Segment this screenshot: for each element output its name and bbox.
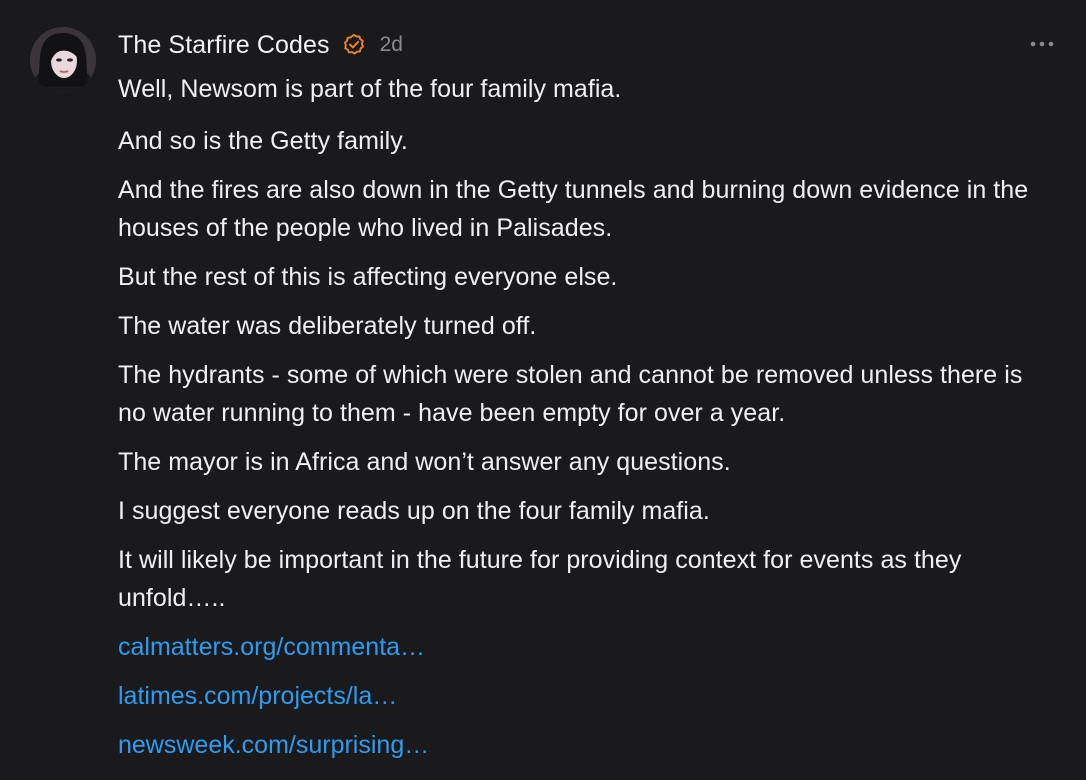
verified-check-icon [342,33,366,57]
author-name[interactable]: The Starfire Codes [118,31,330,60]
post-timestamp[interactable]: 2d [380,33,403,57]
post-paragraph: It will likely be important in the futur… [118,546,962,612]
post-paragraph: But the rest of this is affecting everyo… [118,263,618,291]
more-options-button[interactable] [1024,32,1060,56]
post-link[interactable]: latimes.com/projects/la… [118,677,1048,715]
post-paragraph: And so is the Getty family. [118,127,408,155]
post-paragraph: The mayor is in Africa and won’t answer … [118,448,731,476]
post-card: The Starfire Codes 2d Well, Newsom is pa… [0,0,1086,780]
post-paragraph: I suggest everyone reads up on the four … [118,497,710,525]
post-body: Well, Newsom is part of the four family … [118,70,1048,775]
post-header: The Starfire Codes 2d [118,28,403,62]
post-paragraph: The hydrants - some of which were stolen… [118,361,1023,427]
post-link[interactable]: calmatters.org/commenta… [118,628,1048,666]
avatar[interactable] [30,27,96,93]
avatar-image [30,27,96,93]
post-paragraph: And the fires are also down in the Getty… [118,176,1029,242]
post-paragraph: Well, Newsom is part of the four family … [118,75,622,103]
post-paragraph: The water was deliberately turned off. [118,312,537,340]
more-horizontal-icon [1030,41,1054,47]
post-link[interactable]: newsweek.com/surprising… [118,726,1048,764]
